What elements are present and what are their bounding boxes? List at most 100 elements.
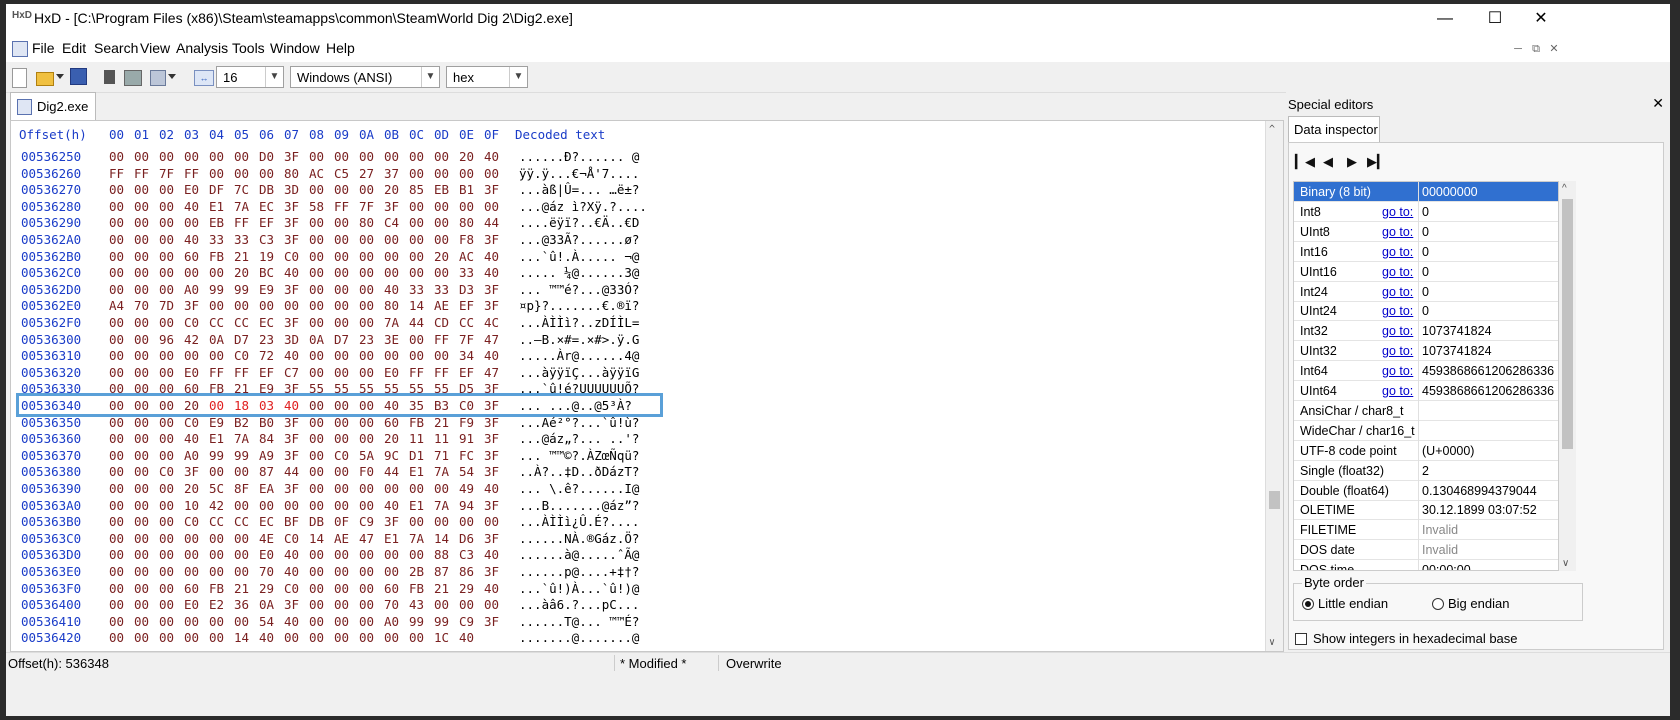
hex-byte[interactable]: FB xyxy=(209,581,224,597)
hex-byte[interactable]: 00 xyxy=(209,265,224,281)
hex-byte[interactable]: 00 xyxy=(159,215,174,231)
open-memory-icon[interactable] xyxy=(150,70,166,86)
hex-byte[interactable]: FF xyxy=(434,332,449,348)
decoded-text[interactable]: ... ™™é?...@33Ó? xyxy=(519,282,639,298)
hex-row[interactable]: 005363F0 00 00 00 60 FB 21 29 C0 00 00 00 60 FB 21 29 40… xyxy=(11,581,1261,597)
decoded-text[interactable]: ¤p}?.......€.®ï? xyxy=(519,298,639,314)
hex-byte[interactable]: C3 xyxy=(259,232,274,248)
hex-byte[interactable]: 00 xyxy=(334,564,349,580)
hex-byte[interactable]: AC xyxy=(309,166,324,182)
hex-byte[interactable]: 00 xyxy=(159,282,174,298)
hex-byte[interactable]: 00 xyxy=(134,564,149,580)
hex-byte[interactable]: 00 xyxy=(234,298,249,314)
hex-byte[interactable]: BC xyxy=(259,265,274,281)
hex-byte[interactable]: CC xyxy=(459,315,474,331)
hex-byte[interactable]: 3F xyxy=(284,232,299,248)
hex-byte[interactable]: 00 xyxy=(434,514,449,530)
hex-byte[interactable]: 00 xyxy=(334,348,349,364)
inspector-value[interactable]: 30.12.1899 03:07:52 xyxy=(1422,503,1537,517)
decoded-text[interactable]: ... \.ê?......I@ xyxy=(519,481,639,497)
hex-byte[interactable]: 00 xyxy=(159,531,174,547)
goto-link[interactable]: go to: xyxy=(1382,364,1413,378)
hex-byte[interactable]: 00 xyxy=(334,481,349,497)
hex-row[interactable]: 005362A0 00 00 00 40 33 33 C3 3F 00 00 00 00 00 00 F8 3F… xyxy=(11,232,1261,248)
hex-byte[interactable]: 00 xyxy=(184,149,199,165)
hex-byte[interactable]: 00 xyxy=(134,614,149,630)
hex-byte[interactable]: 40 xyxy=(484,249,499,265)
goto-link[interactable]: go to: xyxy=(1382,344,1413,358)
hex-byte[interactable]: 00 xyxy=(209,614,224,630)
hex-byte[interactable]: 00 xyxy=(159,498,174,514)
hex-byte[interactable]: 21 xyxy=(234,249,249,265)
hex-byte[interactable]: 40 xyxy=(484,265,499,281)
hex-byte[interactable]: 00 xyxy=(284,298,299,314)
hex-byte[interactable]: 3F xyxy=(484,531,499,547)
menu-file[interactable]: File xyxy=(32,40,55,56)
hex-byte[interactable]: 29 xyxy=(459,581,474,597)
hex-byte[interactable]: 00 xyxy=(259,498,274,514)
hex-byte[interactable]: 00 xyxy=(359,614,374,630)
inspector-value[interactable]: 0 xyxy=(1422,245,1429,259)
decoded-text[interactable]: ...@áz ì?Xÿ.?.... xyxy=(519,199,647,215)
hex-byte[interactable]: 00 xyxy=(109,531,124,547)
hex-byte[interactable]: 00 xyxy=(159,199,174,215)
hex-byte[interactable]: 3F xyxy=(484,298,499,314)
hex-base-checkbox[interactable] xyxy=(1295,633,1307,645)
hex-byte[interactable]: 00 xyxy=(334,597,349,613)
hex-byte[interactable]: 3F xyxy=(284,215,299,231)
hex-byte[interactable]: 00 xyxy=(359,498,374,514)
hex-byte[interactable]: 00 xyxy=(159,597,174,613)
hex-byte[interactable]: 54 xyxy=(459,464,474,480)
scroll-up-icon[interactable]: ^ xyxy=(1562,183,1567,194)
hex-byte[interactable]: 3F xyxy=(284,481,299,497)
hex-byte[interactable]: 7A xyxy=(234,199,249,215)
hex-byte[interactable]: 00 xyxy=(134,431,149,447)
hex-byte[interactable]: 00 xyxy=(409,215,424,231)
hex-byte[interactable]: 00 xyxy=(159,149,174,165)
hex-row[interactable]: 00536300 00 00 96 42 0A D7 23 3D 0A D7 23 3E 00 FF 7F 47… xyxy=(11,332,1261,348)
hex-byte[interactable]: 00 xyxy=(309,464,324,480)
hex-byte[interactable]: EF xyxy=(259,365,274,381)
decoded-text[interactable]: ..... ¼@......3@ xyxy=(519,265,639,281)
inspector-row[interactable]: UInt32 go to: 1073741824 xyxy=(1294,341,1558,362)
hex-byte[interactable]: A0 xyxy=(184,448,199,464)
decoded-text[interactable]: ... ™™©?.ÀZœÑqü? xyxy=(519,448,639,464)
hex-byte[interactable]: 00 xyxy=(409,199,424,215)
hex-byte[interactable]: 7D xyxy=(159,298,174,314)
hex-byte[interactable]: 60 xyxy=(384,581,399,597)
hex-byte[interactable]: 00 xyxy=(184,348,199,364)
hex-byte[interactable]: 70 xyxy=(384,597,399,613)
hex-byte[interactable]: 00 xyxy=(409,630,424,646)
hex-byte[interactable]: E0 xyxy=(184,365,199,381)
hex-byte[interactable]: 44 xyxy=(284,464,299,480)
hex-byte[interactable]: 00 xyxy=(134,199,149,215)
hex-byte[interactable]: 11 xyxy=(409,431,424,447)
hex-byte[interactable]: 00 xyxy=(109,448,124,464)
hex-byte[interactable]: C3 xyxy=(459,547,474,563)
hex-byte[interactable]: 3F xyxy=(284,315,299,331)
hex-byte[interactable]: 00 xyxy=(359,581,374,597)
hex-byte[interactable]: 0F xyxy=(334,514,349,530)
hex-byte[interactable]: 00 xyxy=(109,332,124,348)
decoded-text[interactable]: ......NÀ.®Gáz.Ö? xyxy=(519,531,639,547)
new-file-icon[interactable] xyxy=(12,68,27,88)
hex-byte[interactable]: 00 xyxy=(134,215,149,231)
hex-byte[interactable]: 00 xyxy=(384,149,399,165)
hex-byte[interactable]: E2 xyxy=(209,597,224,613)
hex-row[interactable]: 00536290 00 00 00 00 EB FF EF 3F 00 00 80 C4 00 00 80 44… xyxy=(11,215,1261,231)
inspector-row[interactable]: UInt64 go to: 4593868661206286336 xyxy=(1294,381,1558,401)
inspector-value[interactable]: 1073741824 xyxy=(1422,324,1492,338)
hex-byte[interactable]: 00 xyxy=(409,232,424,248)
hex-byte[interactable]: 00 xyxy=(309,498,324,514)
hex-byte[interactable]: 00 xyxy=(309,182,324,198)
hex-byte[interactable]: 3F xyxy=(284,448,299,464)
hex-byte[interactable]: 7A xyxy=(384,315,399,331)
hex-byte[interactable]: 49 xyxy=(459,481,474,497)
hex-byte[interactable]: 00 xyxy=(409,332,424,348)
hex-byte[interactable]: DF xyxy=(209,182,224,198)
hex-byte[interactable]: 00 xyxy=(159,348,174,364)
goto-link[interactable]: go to: xyxy=(1382,245,1413,259)
hex-byte[interactable]: 00 xyxy=(434,199,449,215)
inspector-value[interactable]: 00000000 xyxy=(1422,185,1478,199)
hex-byte[interactable]: 00 xyxy=(184,564,199,580)
